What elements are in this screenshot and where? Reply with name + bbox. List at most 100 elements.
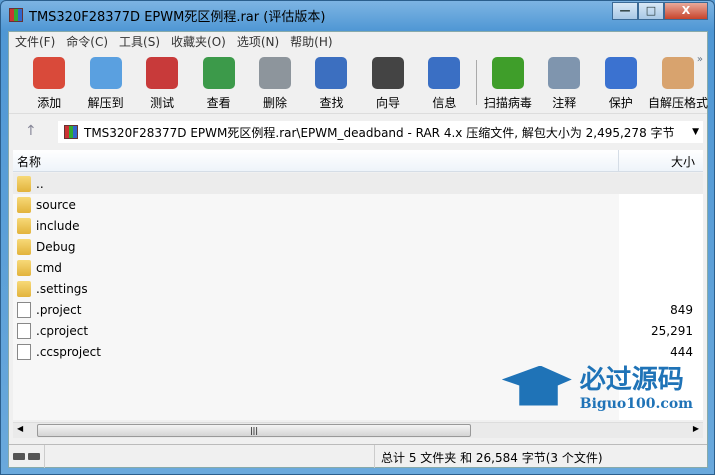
toolbar-icon [146, 57, 179, 89]
file-icon [17, 301, 31, 318]
column-name[interactable]: 名称 [13, 150, 619, 171]
folder-icon [17, 238, 31, 255]
toolbar-icon [33, 57, 66, 89]
chevron-more-icon[interactable]: » [697, 54, 703, 65]
toolbar-button[interactable]: 解压到 [77, 52, 133, 113]
scroll-left-icon[interactable]: ◀ [17, 424, 23, 433]
toolbar-button[interactable]: 测试 [134, 52, 190, 113]
folder-icon [17, 259, 31, 276]
toolbar-label: 信息 [432, 96, 457, 110]
toolbar-icon [604, 57, 637, 89]
file-size: 25,291 [651, 323, 693, 338]
file-name: .. [36, 176, 44, 191]
file-name: .settings [36, 281, 88, 296]
menu-item[interactable]: 帮助(H) [290, 33, 332, 50]
dropdown-icon[interactable]: ▼ [692, 127, 699, 137]
file-name: .cproject [36, 323, 89, 338]
winrar-icon [9, 8, 23, 22]
toolbar-label: 解压到 [87, 96, 124, 110]
file-name: include [36, 218, 80, 233]
file-name: source [36, 197, 76, 212]
path-combobox[interactable]: TMS320F28377D EPWM死区例程.rar\EPWM_deadband… [58, 121, 703, 143]
watermark-cn: 必过源码 [579, 365, 684, 395]
file-row[interactable]: .ccsproject 444 [13, 341, 703, 362]
toolbar-icon [315, 57, 348, 89]
toolbar-icon [259, 57, 292, 89]
toolbar-icon [202, 57, 235, 89]
rar-icon [64, 125, 78, 139]
file-row[interactable]: .. [13, 173, 703, 194]
toolbar-label: 添加 [37, 96, 62, 110]
menu-item[interactable]: 命令(C) [66, 33, 108, 50]
file-row[interactable]: source [13, 194, 703, 215]
toolbar-label: 注释 [552, 96, 577, 110]
maximize-button[interactable]: □ [638, 2, 664, 20]
title-bar: TMS320F28377D EPWM死区例程.rar (评估版本) [9, 6, 326, 25]
toolbar-icon [548, 57, 581, 89]
file-row[interactable]: .settings [13, 278, 703, 299]
key-icon[interactable] [28, 453, 40, 460]
toolbar-label: 向导 [375, 96, 400, 110]
file-icon [17, 343, 31, 360]
toolbar-button[interactable]: 添加 [21, 52, 77, 113]
close-button[interactable]: X [664, 2, 708, 20]
graduation-cap-icon [501, 365, 572, 406]
file-name: .ccsproject [36, 344, 101, 359]
toolbar-button[interactable]: 向导 [360, 52, 416, 113]
file-row[interactable]: .cproject 25,291 [13, 320, 703, 341]
file-row[interactable]: cmd [13, 257, 703, 278]
toolbar-icon [661, 57, 694, 89]
toolbar-separator [475, 60, 477, 105]
toolbar-label: 删除 [263, 96, 288, 110]
menu-bar: 文件(F) 命令(C) 工具(S) 收藏夹(O) 选项(N) 帮助(H) [9, 32, 707, 51]
menu-item[interactable]: 工具(S) [119, 33, 160, 50]
toolbar-icon [491, 57, 524, 89]
status-text: 总计 5 文件夹 和 26,584 字节(3 个文件) [381, 451, 603, 465]
toolbar-button[interactable]: 查找 [303, 52, 359, 113]
toolbar-label: 查找 [319, 96, 344, 110]
column-size[interactable]: 大小 [619, 150, 703, 171]
toolbar-icon [428, 57, 461, 89]
scroll-thumb[interactable]: ||| [37, 424, 471, 437]
horizontal-scrollbar[interactable]: ◀ ||| ▶ [13, 422, 703, 438]
folder-icon [17, 217, 31, 234]
window-title: TMS320F28377D EPWM死区例程.rar (评估版本) [29, 9, 326, 25]
toolbar-label: 查看 [206, 96, 231, 110]
folder-icon [17, 280, 31, 297]
toolbar-icon [89, 57, 122, 89]
file-list: 必过源码 Biguo100.com .. source include Debug cmd… [13, 173, 703, 420]
watermark: 必过源码 Biguo100.com [501, 359, 693, 412]
file-name: .project [36, 302, 82, 317]
toolbar-button[interactable]: 保护 [593, 52, 649, 113]
menu-item[interactable]: 选项(N) [237, 33, 279, 50]
toolbar-label: 保护 [608, 96, 633, 110]
path-text: TMS320F28377D EPWM死区例程.rar\EPWM_deadband… [84, 125, 675, 140]
toolbar-button[interactable]: 查看 [190, 52, 246, 113]
folder-icon [17, 196, 31, 213]
menu-item[interactable]: 收藏夹(O) [171, 33, 226, 50]
folder-icon [17, 175, 31, 192]
file-name: cmd [36, 260, 62, 275]
window: TMS320F28377D EPWM死区例程.rar (评估版本) — □ X 文件… [0, 0, 715, 475]
toolbar-label: 测试 [150, 96, 175, 110]
toolbar-button[interactable]: 信息 [416, 52, 472, 113]
toolbar-button[interactable]: 删除 [247, 52, 303, 113]
scroll-right-icon[interactable]: ▶ [693, 424, 699, 433]
up-arrow-icon[interactable]: ↑ [25, 123, 37, 139]
menu-item[interactable]: 文件(F) [15, 33, 55, 50]
address-bar: ↑ TMS320F28377D EPWM死区例程.rar\EPWM_deadba… [9, 118, 707, 146]
file-row[interactable]: .project 849 [13, 299, 703, 320]
toolbar-label: 扫描病毒 [483, 96, 532, 110]
minimize-button[interactable]: — [612, 2, 638, 20]
status-bar: 总计 5 文件夹 和 26,584 字节(3 个文件) [9, 444, 707, 468]
watermark-en: Biguo100.com [579, 396, 693, 412]
toolbar-button[interactable]: 注释 [536, 52, 592, 113]
file-icon [17, 322, 31, 339]
toolbar-button[interactable]: 扫描病毒 [480, 52, 536, 113]
file-size: 444 [670, 344, 693, 359]
toolbar: » 添加 解压到 测试 查看 删除 查找 向导 信息 扫描病毒 注释 保护 自解压格式 [9, 52, 708, 114]
file-row[interactable]: include [13, 215, 703, 236]
toolbar-label: 自解压格式 [647, 96, 708, 110]
file-row[interactable]: Debug [13, 236, 703, 257]
drive-icon [13, 453, 25, 460]
